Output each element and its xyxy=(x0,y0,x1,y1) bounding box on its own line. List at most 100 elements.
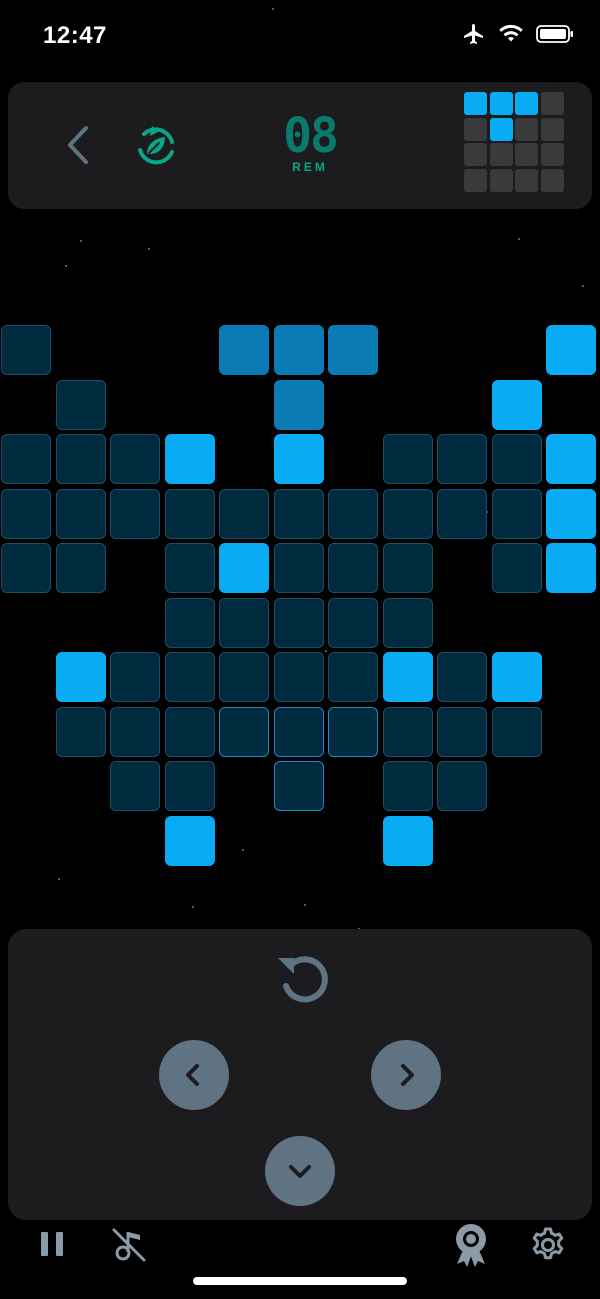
board-cell-empty xyxy=(437,706,487,757)
board-cell-empty xyxy=(382,543,433,593)
board-cell-empty xyxy=(328,597,378,648)
board-cell-empty xyxy=(437,652,487,702)
preview-cell-empty xyxy=(464,117,487,141)
preview-cell-empty xyxy=(540,117,564,141)
board-cell-empty xyxy=(328,652,378,702)
board-cell-filled xyxy=(273,434,324,484)
remaining-counter: 08 REM xyxy=(270,112,350,182)
board-cell-empty xyxy=(437,488,487,539)
board-cell-filled xyxy=(219,543,269,593)
board-cell-empty xyxy=(328,543,378,593)
board-cell-empty xyxy=(437,761,487,811)
board-cell-empty xyxy=(164,543,215,593)
airplane-icon xyxy=(462,22,486,51)
board-cell-empty xyxy=(219,652,269,702)
board-cell-empty xyxy=(55,488,106,539)
board-cell-filled xyxy=(382,815,433,866)
chevron-left-icon xyxy=(68,126,88,164)
board-cell-empty xyxy=(382,597,433,648)
chevron-left-icon xyxy=(186,1064,199,1086)
board-cell-empty xyxy=(110,652,160,702)
preview-cell-empty xyxy=(515,117,538,141)
star xyxy=(582,285,584,287)
move-left-button[interactable] xyxy=(159,1040,229,1110)
board-cell-empty xyxy=(1,543,51,593)
top-panel: 08 REM xyxy=(8,82,592,209)
board-cell-empty xyxy=(491,488,542,539)
board-cell-filled xyxy=(164,434,215,484)
chevron-down-icon xyxy=(289,1165,311,1178)
board-cell-ghost xyxy=(273,761,324,811)
move-right-button[interactable] xyxy=(371,1040,441,1110)
remaining-label: REM xyxy=(292,160,328,174)
board-cell-empty xyxy=(219,597,269,648)
board-cell-empty xyxy=(382,761,433,811)
board-cell-empty xyxy=(382,488,433,539)
board-cell-empty xyxy=(164,652,215,702)
board-cell-empty xyxy=(328,488,378,539)
board-cell-filled xyxy=(546,325,596,375)
pause-button[interactable] xyxy=(36,1228,68,1260)
preview-cell-empty xyxy=(464,168,487,192)
game-screen: 12:47 08 REM xyxy=(0,0,600,1299)
board-cell-filled xyxy=(546,543,596,593)
board-cell-empty xyxy=(1,325,51,375)
music-toggle-button[interactable] xyxy=(110,1226,148,1264)
board-cell-empty xyxy=(273,488,324,539)
preview-cell-empty xyxy=(489,143,513,166)
board-cell-empty xyxy=(1,488,51,539)
status-bar: 12:47 xyxy=(0,0,600,72)
board-cell-empty xyxy=(110,434,160,484)
board-cell-empty xyxy=(491,543,542,593)
board-cell-empty xyxy=(491,434,542,484)
board-cell-empty xyxy=(110,488,160,539)
bottom-bar xyxy=(0,1220,600,1299)
home-indicator[interactable] xyxy=(193,1277,407,1285)
star xyxy=(325,650,327,652)
pause-icon xyxy=(41,1232,63,1256)
board-cell-active xyxy=(328,325,378,375)
back-button[interactable] xyxy=(60,122,96,168)
preview-cell-empty xyxy=(464,143,487,166)
board-cell-filled xyxy=(382,652,433,702)
music-off-icon xyxy=(112,1228,146,1262)
preview-cell-empty xyxy=(540,143,564,166)
board-cell-active xyxy=(219,325,269,375)
star xyxy=(518,238,520,240)
board-cell-empty xyxy=(1,434,51,484)
move-down-button[interactable] xyxy=(265,1136,335,1206)
board-cell-ghost xyxy=(328,706,378,757)
controls-panel xyxy=(8,929,592,1220)
rotate-button[interactable] xyxy=(268,944,338,1014)
star xyxy=(192,906,194,908)
star xyxy=(58,878,60,880)
board-cell-empty xyxy=(273,543,324,593)
board-cell-filled xyxy=(491,652,542,702)
leaf-refresh-button[interactable] xyxy=(130,120,182,172)
achievements-button[interactable] xyxy=(451,1222,491,1268)
preview-cell-empty xyxy=(540,92,564,115)
award-icon xyxy=(456,1224,486,1267)
star xyxy=(65,265,67,267)
preview-cell-empty xyxy=(489,168,513,192)
board-cell-filled xyxy=(546,488,596,539)
board-cell-ghost xyxy=(219,706,269,757)
preview-cell-empty xyxy=(515,143,538,166)
board-cell-filled xyxy=(164,815,215,866)
preview-cell-filled xyxy=(489,92,513,115)
board-cell-empty xyxy=(164,761,215,811)
board-cell-empty xyxy=(164,706,215,757)
board-cell-ghost xyxy=(273,706,324,757)
preview-cell-filled xyxy=(515,92,538,115)
board-cell-empty xyxy=(219,488,269,539)
wifi-icon xyxy=(498,24,524,49)
board-cell-empty xyxy=(55,434,106,484)
board-cell-empty xyxy=(164,597,215,648)
star xyxy=(80,240,82,242)
settings-button[interactable] xyxy=(529,1226,567,1264)
rotate-ccw-icon xyxy=(278,956,328,1003)
board-cell-active xyxy=(273,325,324,375)
board-cell-empty xyxy=(110,706,160,757)
board-cell-empty xyxy=(273,597,324,648)
board-cell-filled xyxy=(491,379,542,430)
